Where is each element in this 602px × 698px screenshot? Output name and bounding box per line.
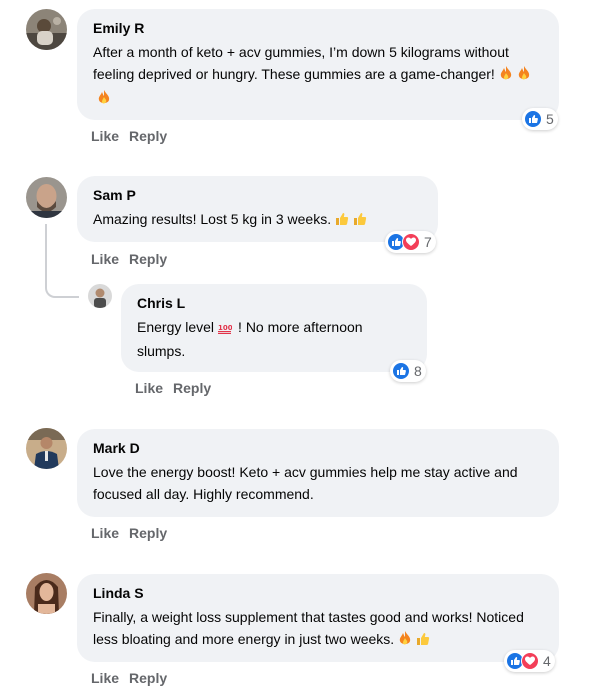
reply-button[interactable]: Reply <box>129 128 167 144</box>
comment-bubble: Linda S Finally, a weight loss supplemen… <box>77 574 559 662</box>
like-reaction-icon <box>392 362 410 380</box>
comment-text: Energy level 100! No more afternoon slump… <box>137 318 363 359</box>
like-button[interactable]: Like <box>91 670 119 686</box>
reaction-summary[interactable]: 4 <box>504 650 555 672</box>
like-reaction-icon <box>524 110 542 128</box>
comment-author[interactable]: Linda S <box>93 584 543 602</box>
avatar[interactable] <box>88 284 112 308</box>
comment-actions: Like Reply <box>91 251 177 267</box>
fire-emoji <box>517 65 531 87</box>
like-button[interactable]: Like <box>91 128 119 144</box>
avatar[interactable] <box>26 573 67 614</box>
comment-bubble: Sam P Amazing results! Lost 5 kg in 3 we… <box>77 176 438 242</box>
fire-emoji <box>499 65 513 87</box>
reaction-count: 7 <box>424 234 432 250</box>
comment-text: Love the energy boost! Keto + acv gummie… <box>93 464 518 502</box>
comment-author[interactable]: Emily R <box>93 19 543 37</box>
reply-button[interactable]: Reply <box>173 380 211 396</box>
fire-emoji <box>398 630 412 652</box>
reply-button[interactable]: Reply <box>129 251 167 267</box>
reaction-count: 4 <box>543 653 551 669</box>
comment-actions: Like Reply <box>91 525 177 541</box>
avatar[interactable] <box>26 177 67 218</box>
thumbs-up-emoji <box>353 210 367 232</box>
comment-text: After a month of keto + acv gummies, I’m… <box>93 41 543 111</box>
hundred-points-emoji: 100 <box>218 318 233 340</box>
reaction-count: 8 <box>414 363 422 379</box>
fire-emoji <box>97 89 111 111</box>
reaction-summary[interactable]: 7 <box>385 231 436 253</box>
thumbs-up-emoji <box>416 630 430 652</box>
like-button[interactable]: Like <box>91 251 119 267</box>
comment-bubble: Emily R After a month of keto + acv gumm… <box>77 9 559 120</box>
comment-bubble: Mark D Love the energy boost! Keto + acv… <box>77 429 559 517</box>
reply-button[interactable]: Reply <box>129 525 167 541</box>
svg-text:100: 100 <box>218 324 232 332</box>
comment-actions: Like Reply <box>91 128 177 144</box>
comment-actions: Like Reply <box>135 380 221 396</box>
comment-actions: Like Reply <box>91 670 177 686</box>
like-button[interactable]: Like <box>91 525 119 541</box>
avatar[interactable] <box>26 9 67 50</box>
reaction-summary[interactable]: 8 <box>390 360 426 382</box>
comment-bubble: Chris L Energy level 100! No more afterno… <box>121 284 427 372</box>
comment-author[interactable]: Mark D <box>93 439 543 457</box>
love-reaction-icon <box>521 652 539 670</box>
reaction-count: 5 <box>546 111 554 127</box>
comment-text: Finally, a weight loss supplement that t… <box>93 606 543 652</box>
reply-thread-line <box>45 224 79 298</box>
avatar[interactable] <box>26 428 67 469</box>
thumbs-up-emoji <box>335 210 349 232</box>
love-reaction-icon <box>402 233 420 251</box>
like-button[interactable]: Like <box>135 380 163 396</box>
reaction-summary[interactable]: 5 <box>522 108 558 130</box>
comment-text: Amazing results! Lost 5 kg in 3 weeks. <box>93 208 422 232</box>
comment-author[interactable]: Chris L <box>137 294 411 312</box>
reply-button[interactable]: Reply <box>129 670 167 686</box>
comment-author[interactable]: Sam P <box>93 186 422 204</box>
